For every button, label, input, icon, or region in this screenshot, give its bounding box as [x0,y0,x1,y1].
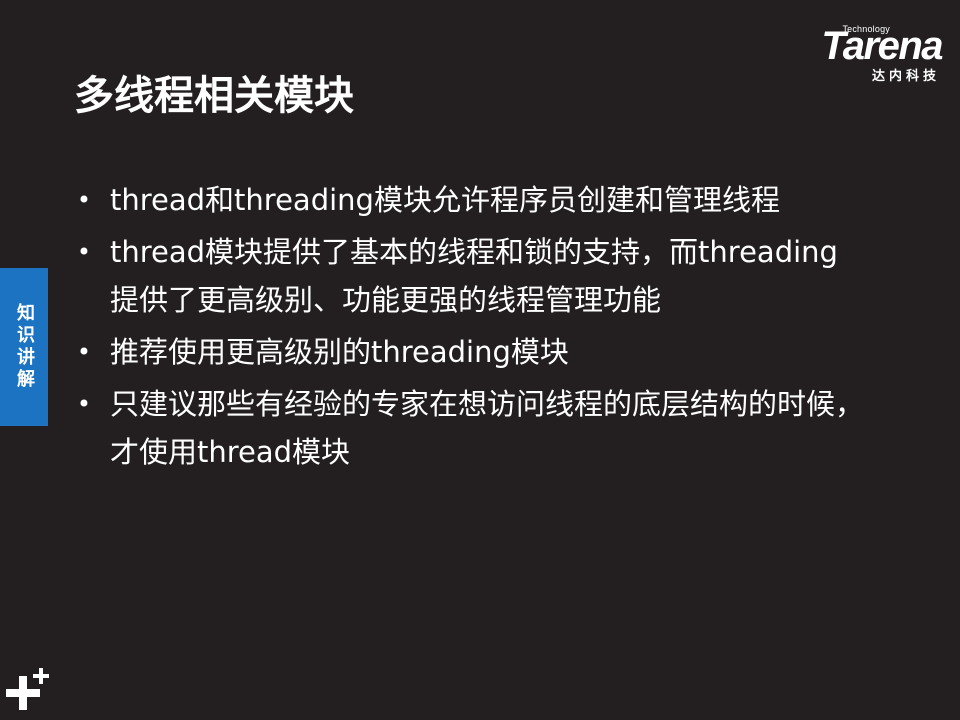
slide: Technology Tarena 达内科技 多线程相关模块 知识讲解 • th… [0,0,960,720]
bullet-text: thread模块提供了基本的线程和锁的支持，而threading提供了更高级别、… [110,235,838,317]
bullet-text: 只建议那些有经验的专家在想访问线程的底层结构的时候，才使用thread模块 [110,387,865,469]
bullet-dot-icon: • [76,390,92,418]
side-tab-knowledge: 知识讲解 [0,268,48,426]
logo-wordmark: Tarena [821,24,943,68]
plus-icon [6,676,40,710]
side-tab-label: 知识讲解 [14,303,35,391]
logo-chinese-text: 达内科技 [871,69,940,84]
bullet-item: • 只建议那些有经验的专家在想访问线程的底层结构的时候，才使用thread模块 [74,380,864,476]
slide-title: 多线程相关模块 [74,73,354,119]
bullet-dot-icon: • [76,338,92,366]
bullet-text: 推荐使用更高级别的threading模块 [110,335,569,369]
bullet-list: • thread和threading模块允许程序员创建和管理线程 • threa… [74,176,864,480]
bullet-dot-icon: • [76,186,92,214]
bullet-item: • thread和threading模块允许程序员创建和管理线程 [74,176,864,224]
bullet-text: thread和threading模块允许程序员创建和管理线程 [110,183,780,217]
bullet-item: • thread模块提供了基本的线程和锁的支持，而threading提供了更高级… [74,228,864,324]
bullet-item: • 推荐使用更高级别的threading模块 [74,328,864,376]
tarena-logo: Technology Tarena 达内科技 [772,22,943,84]
bullet-dot-icon: • [76,238,92,266]
